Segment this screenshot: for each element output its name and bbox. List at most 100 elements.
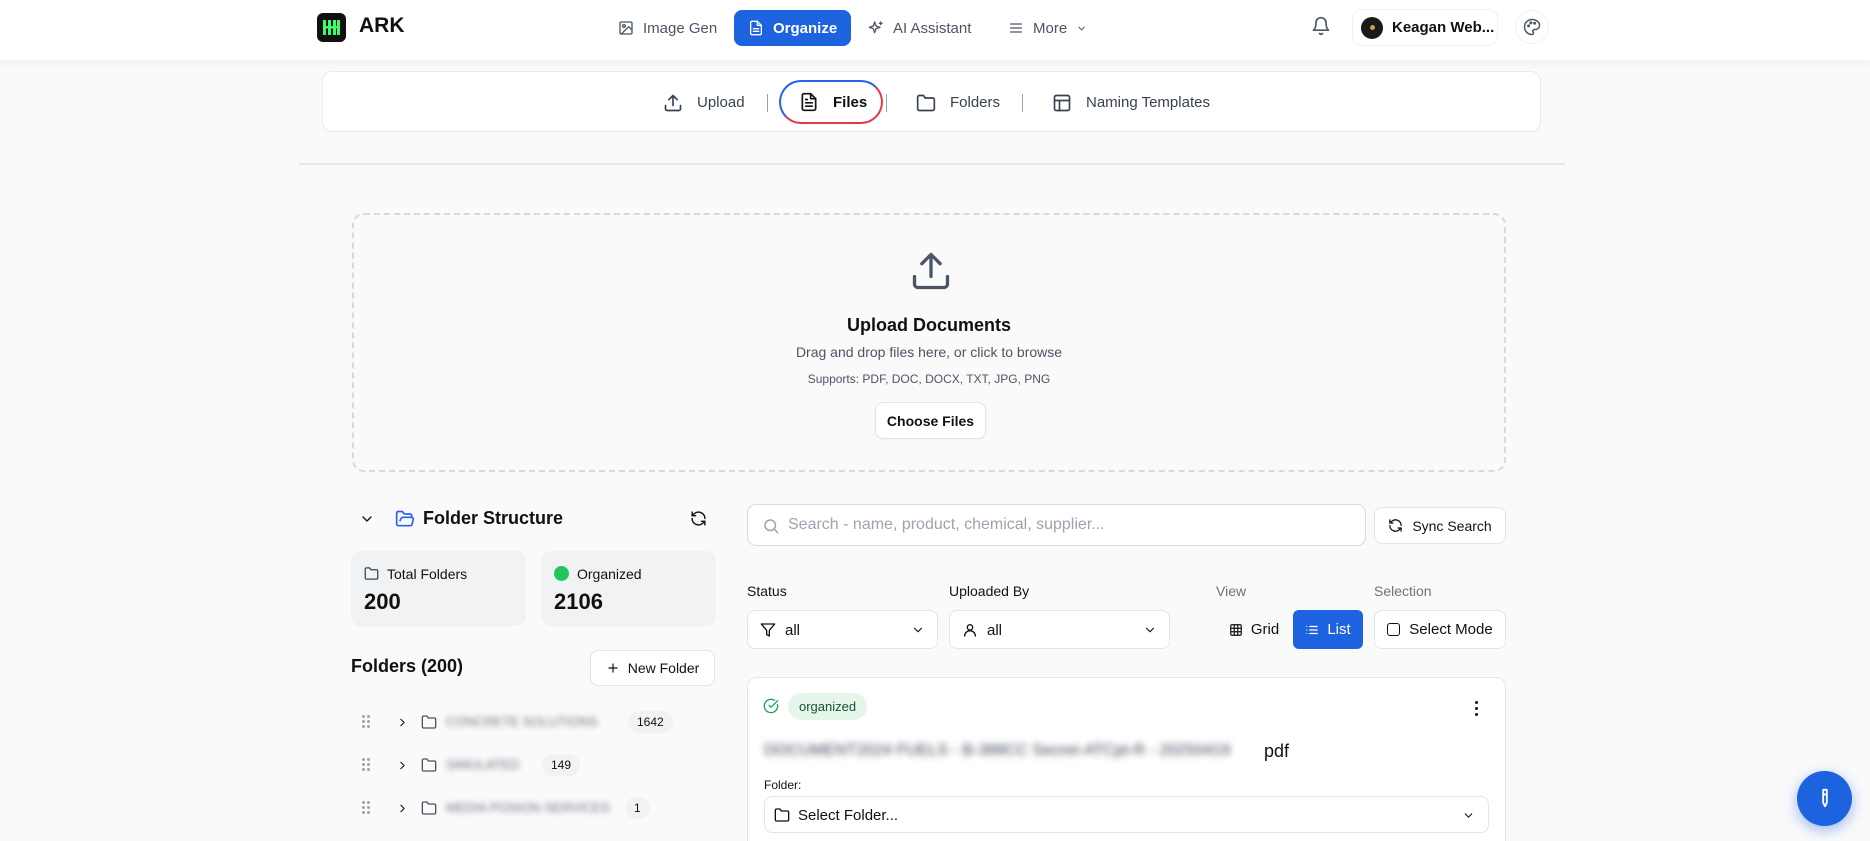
folders-title: Folders (200) [351,656,464,676]
app-name[interactable]: ARK [359,14,405,38]
refresh-icon[interactable] [690,510,707,527]
top-navigation-bar: ARK Image Gen Organize AI Assistant More… [0,0,1870,60]
theme-palette-icon[interactable] [1515,10,1549,44]
notifications-bell-icon[interactable] [1311,16,1331,36]
folder-select[interactable]: Select Folder... [764,796,1489,833]
folder-open-icon [395,509,415,529]
template-icon [1053,94,1071,111]
nav-ai-assistant-label: AI Assistant [893,19,972,37]
folder-name: MEDIA POSION SERVICES [446,800,610,815]
pen-icon [1821,788,1828,807]
tab-divider [1022,94,1023,112]
folder-icon [421,757,437,773]
nav-more-label: More [1033,19,1068,37]
user-menu[interactable]: Keagan Web... [1352,9,1498,46]
refresh-icon [1389,519,1403,532]
tab-files-label: Files [833,93,868,111]
drag-handle-icon[interactable] [362,801,370,815]
ark-logo-icon[interactable] [317,13,346,42]
list-view-label: List [1327,621,1351,638]
folder-count-badge: 149 [542,754,581,776]
upload-dropzone[interactable]: Upload Documents Drag and drop files her… [352,213,1506,472]
grid-icon [1229,623,1242,636]
selection-label: Selection [1374,583,1432,599]
grid-view-button[interactable]: Grid [1215,610,1293,649]
chevron-right-icon[interactable] [396,802,409,815]
nav-more[interactable]: More [994,10,1101,46]
status-filter-value: all [785,622,801,639]
user-icon [962,622,978,638]
select-mode-label: Select Mode [1409,621,1493,638]
new-folder-button[interactable]: New Folder [590,650,715,686]
search-bar [747,504,1366,546]
sync-search-button[interactable]: Sync Search [1374,507,1506,544]
file-extension: pdf [1264,741,1290,761]
tab-files[interactable]: Files [779,80,884,124]
folder-count-badge: 1 [625,797,650,819]
folder-label: Folder: [764,778,802,792]
plus-icon [608,663,618,673]
tab-upload[interactable]: Upload [663,72,745,133]
list-view-button[interactable]: List [1293,610,1363,649]
drag-handle-icon[interactable] [362,758,370,772]
status-dot-icon [554,566,569,581]
tab-divider [767,94,768,112]
folder-icon [421,800,437,816]
uploaded-by-select[interactable]: all [949,610,1170,649]
file-icon [801,92,817,112]
status-badge: organized [788,693,868,720]
organized-stat: Organized 2106 [541,551,716,626]
folder-icon [364,566,379,581]
tab-folders[interactable]: Folders [916,72,1000,133]
menu-icon [1010,23,1022,33]
chevron-down-icon [1462,809,1475,822]
nav-ai-assistant[interactable]: AI Assistant [854,10,985,46]
stat-value: 2106 [554,589,603,614]
sync-search-label: Sync Search [1412,517,1492,534]
status-filter-select[interactable]: all [747,610,938,649]
folder-icon [774,807,790,823]
upload-title: Upload Documents [846,315,1011,335]
section-divider [299,163,1565,165]
assistant-fab-button[interactable] [1797,771,1852,826]
file-card[interactable]: organized DOCUMENT2024 FUELS - B-388CC S… [747,677,1506,841]
user-name: Keagan Web... [1392,19,1495,36]
collapse-chevron-icon[interactable] [359,511,375,527]
stat-value: 200 [364,589,401,614]
tab-upload-label: Upload [697,94,745,111]
search-input[interactable] [788,513,1348,537]
filter-icon [760,622,776,638]
chevron-right-icon[interactable] [396,716,409,729]
folder-icon [916,94,936,111]
tab-naming-templates[interactable]: Naming Templates [1052,72,1210,133]
uploaded-by-label: Uploaded By [949,583,1030,599]
folder-icon [421,714,437,730]
sparkle-icon [868,21,883,34]
folder-select-value: Select Folder... [798,807,899,824]
document-icon [750,20,762,36]
chevron-right-icon[interactable] [396,759,409,772]
upload-subtitle: Drag and drop files here, or click to br… [795,344,1063,360]
choose-files-button[interactable]: Choose Files [875,402,986,439]
more-options-icon[interactable] [1475,701,1479,719]
chevron-down-icon [911,623,925,637]
search-icon [762,517,780,535]
stat-label: Organized [577,566,642,582]
new-folder-label: New Folder [627,660,700,676]
select-mode-button[interactable]: Select Mode [1374,610,1506,649]
upload-icon [664,94,682,111]
organize-subtabs: Upload Files Folders Naming Templates [322,71,1541,132]
view-label: View [1216,583,1247,599]
tab-folders-label: Folders [950,94,1001,111]
nav-organize[interactable]: Organize [734,10,852,46]
folder-name: SIMULATED [446,757,520,772]
folder-count-badge: 1642 [628,711,673,733]
total-folders-stat: Total Folders 200 [351,551,526,626]
upload-icon [909,249,953,293]
view-toggle: Grid List [1215,610,1363,649]
list-icon [1306,625,1319,634]
chevron-down-icon [1078,26,1085,30]
image-icon [619,21,633,35]
drag-handle-icon[interactable] [362,715,370,729]
nav-image-gen[interactable]: Image Gen [604,10,731,46]
